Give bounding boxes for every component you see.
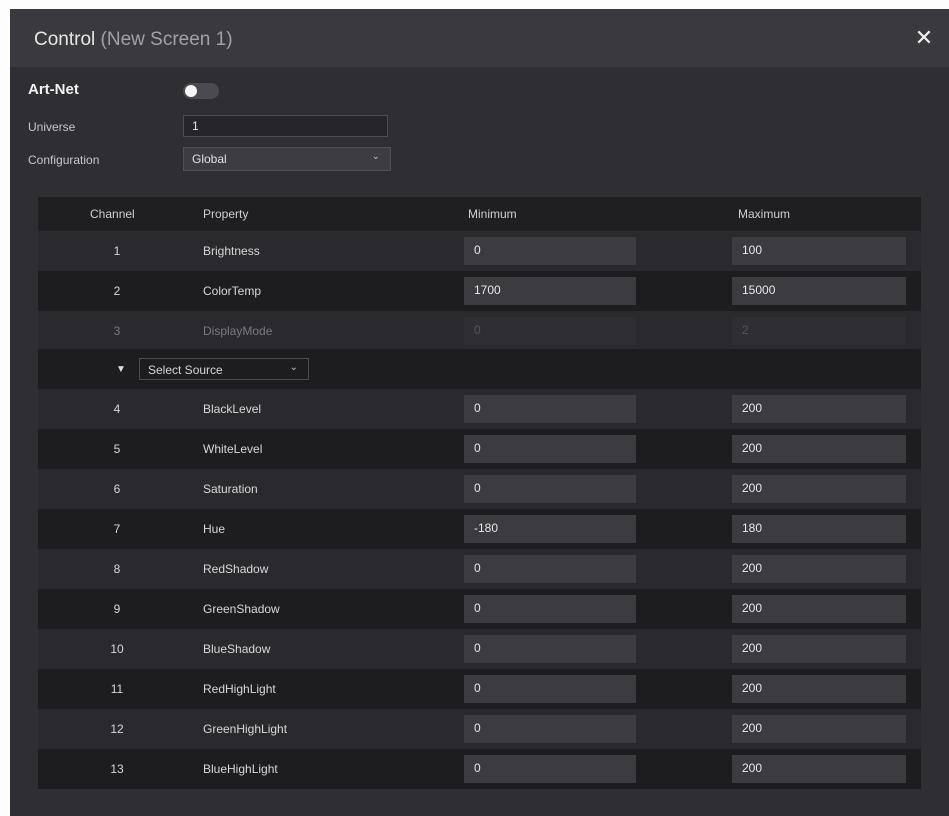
configuration-select[interactable]: Global ⌄ [183,147,391,171]
minimum-input[interactable]: 0 [464,475,636,503]
chevron-down-icon: ⌄ [289,362,298,373]
channel-number: 5 [113,442,121,456]
maximum-input[interactable]: 200 [732,715,906,743]
table-header: Channel Property Minimum Maximum [38,197,921,231]
property-name: RedShadow [203,562,269,576]
table-row: 4 BlackLevel 0 200 [38,389,921,429]
configuration-value: Global [192,152,227,166]
maximum-input[interactable]: 2 [732,317,906,345]
channel-number: 1 [113,244,121,258]
minimum-input[interactable]: 0 [464,435,636,463]
minimum-input[interactable]: 0 [464,317,636,345]
property-name: GreenShadow [203,602,280,616]
table-row: 5 WhiteLevel 0 200 [38,429,921,469]
table-row: 8 RedShadow 0 200 [38,549,921,589]
artnet-label: Art-Net [28,81,79,98]
maximum-input[interactable]: 200 [732,595,906,623]
maximum-input[interactable]: 200 [732,755,906,783]
property-name: DisplayMode [203,324,273,338]
property-name: RedHighLight [203,682,276,696]
collapse-arrow-icon[interactable]: ▼ [116,364,126,375]
property-name: BlueShadow [203,642,271,656]
maximum-input[interactable]: 180 [732,515,906,543]
channel-table: Channel Property Minimum Maximum 1 Bright… [38,197,921,789]
toggle-knob [185,85,197,97]
header-channel: Channel [90,207,135,221]
header-minimum: Minimum [468,207,517,221]
channel-number: 12 [110,722,124,736]
channel-number: 6 [113,482,121,496]
channel-number: 9 [113,602,121,616]
dialog-title-main: Control [34,29,96,50]
header-maximum: Maximum [738,207,791,221]
channel-number: 8 [113,562,121,576]
property-name: Hue [203,522,226,536]
channel-number: 11 [110,682,124,696]
maximum-input[interactable]: 100 [732,237,906,265]
channel-number: 2 [113,284,121,298]
table-row: 7 Hue -180 180 [38,509,921,549]
header-property: Property [203,207,249,221]
minimum-input[interactable]: -180 [464,515,636,543]
minimum-input[interactable]: 1700 [464,277,636,305]
maximum-input[interactable]: 200 [732,395,906,423]
table-row: 9 GreenShadow 0 200 [38,589,921,629]
chevron-down-icon: ⌄ [371,151,380,162]
maximum-input[interactable]: 200 [732,475,906,503]
universe-label: Universe [28,120,76,134]
property-name: Saturation [203,482,258,496]
minimum-input[interactable]: 0 [464,595,636,623]
minimum-input[interactable]: 0 [464,755,636,783]
table-row: 3 DisplayMode 0 2 [38,311,921,351]
channel-number: 7 [113,522,121,536]
source-row: ▼ Select Source ⌄ [38,349,921,389]
artnet-toggle[interactable] [183,83,219,99]
property-name: ColorTemp [203,284,262,298]
channel-number: 10 [110,642,124,656]
universe-input[interactable] [183,115,388,137]
minimum-input[interactable]: 0 [464,395,636,423]
minimum-input[interactable]: 0 [464,555,636,583]
minimum-input[interactable]: 0 [464,635,636,663]
maximum-input[interactable]: 200 [732,555,906,583]
minimum-input[interactable]: 0 [464,715,636,743]
property-name: BlueHighLight [203,762,278,776]
dialog-title: Control (New Screen 1) [34,29,233,51]
table-row: 11 RedHighLight 0 200 [38,669,921,709]
table-row: 6 Saturation 0 200 [38,469,921,509]
channel-number: 13 [110,762,124,776]
table-row: 2 ColorTemp 1700 15000 [38,271,921,311]
maximum-input[interactable]: 200 [732,435,906,463]
property-name: Brightness [203,244,260,258]
maximum-input[interactable]: 200 [732,675,906,703]
close-icon[interactable]: ✕ [913,27,935,49]
dialog-title-screen: (New Screen 1) [100,29,233,50]
table-row: 12 GreenHighLight 0 200 [38,709,921,749]
property-name: WhiteLevel [203,442,263,456]
dialog-titlebar: Control (New Screen 1) ✕ [10,9,949,67]
maximum-input[interactable]: 15000 [732,277,906,305]
select-source-label: Select Source [148,363,223,377]
minimum-input[interactable]: 0 [464,675,636,703]
configuration-label: Configuration [28,153,100,167]
channel-number: 4 [113,402,121,416]
property-name: BlackLevel [203,402,262,416]
property-name: GreenHighLight [203,722,288,736]
channel-number: 3 [113,324,121,338]
table-row: 13 BlueHighLight 0 200 [38,749,921,789]
maximum-input[interactable]: 200 [732,635,906,663]
minimum-input[interactable]: 0 [464,237,636,265]
control-dialog: Control (New Screen 1) ✕ Art-Net Univers… [10,9,949,816]
table-row: 10 BlueShadow 0 200 [38,629,921,669]
select-source-dropdown[interactable]: Select Source ⌄ [139,358,309,380]
table-row: 1 Brightness 0 100 [38,231,921,271]
